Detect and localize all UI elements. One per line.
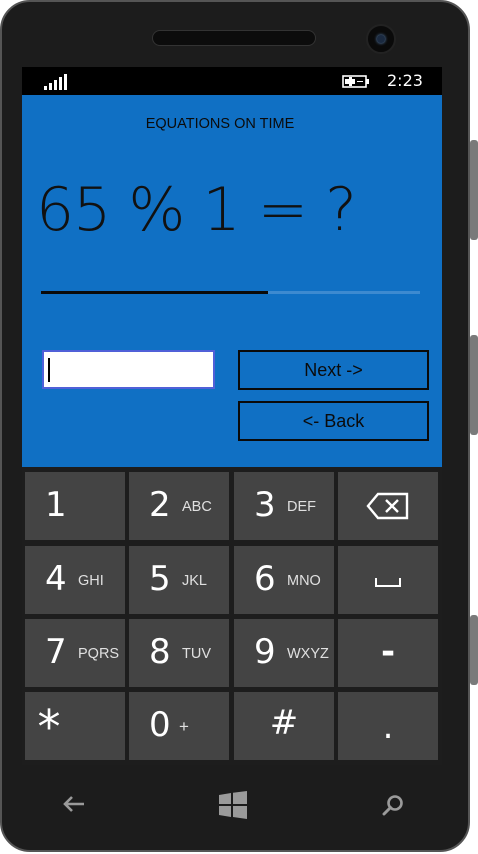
key-label: 1 bbox=[45, 485, 67, 525]
key-1[interactable]: 1 bbox=[25, 472, 125, 540]
key-digit: 4 bbox=[45, 559, 67, 599]
space-icon bbox=[375, 578, 401, 587]
key-letters: + bbox=[179, 717, 189, 736]
key-digit: 5 bbox=[149, 559, 171, 599]
status-time: 2:23 bbox=[387, 71, 423, 90]
key-backspace[interactable] bbox=[338, 472, 438, 540]
key-label: - bbox=[380, 632, 396, 672]
key-hash[interactable]: # bbox=[234, 692, 334, 760]
key-asterisk[interactable]: * bbox=[25, 692, 125, 760]
key-letters: DEF bbox=[287, 499, 316, 515]
key-minus[interactable]: - bbox=[338, 619, 438, 687]
timer-progress-bar bbox=[41, 291, 420, 294]
key-digit: 7 bbox=[45, 632, 67, 672]
key-letters: WXYZ bbox=[287, 646, 329, 662]
battery-charging-icon bbox=[342, 75, 369, 88]
signal-strength-icon bbox=[44, 74, 70, 90]
backspace-icon bbox=[366, 492, 409, 520]
text-caret bbox=[48, 358, 50, 382]
key-8[interactable]: 8 TUV bbox=[129, 619, 229, 687]
key-0[interactable]: 0 + bbox=[129, 692, 229, 760]
power-button bbox=[470, 335, 478, 435]
key-digit: 0 bbox=[149, 705, 171, 745]
screen: 2:23 EQUATIONS ON TIME 65 % 1 = ? Next -… bbox=[22, 67, 442, 765]
answer-input[interactable] bbox=[42, 350, 215, 389]
app-content: EQUATIONS ON TIME 65 % 1 = ? Next -> <- … bbox=[22, 95, 442, 467]
key-period[interactable]: . bbox=[338, 692, 438, 760]
key-label: . bbox=[382, 707, 394, 747]
key-letters: TUV bbox=[182, 646, 211, 662]
key-letters: GHI bbox=[78, 573, 104, 589]
status-bar: 2:23 bbox=[22, 67, 442, 95]
app-title: EQUATIONS ON TIME bbox=[145, 116, 295, 132]
key-digit: 9 bbox=[254, 632, 276, 672]
key-label: * bbox=[37, 700, 61, 754]
key-5[interactable]: 5 JKL bbox=[129, 546, 229, 614]
navigation-bar bbox=[22, 770, 442, 840]
key-letters: MNO bbox=[287, 573, 321, 589]
timer-progress-fill bbox=[41, 291, 269, 294]
key-letters: PQRS bbox=[78, 646, 120, 662]
earpiece-speaker bbox=[152, 30, 316, 46]
key-digit: 2 bbox=[149, 485, 171, 525]
key-6[interactable]: 6 MNO bbox=[234, 546, 334, 614]
volume-button bbox=[470, 140, 478, 240]
next-button[interactable]: Next -> bbox=[238, 350, 429, 390]
key-space[interactable] bbox=[338, 546, 438, 614]
key-3[interactable]: 3 DEF bbox=[234, 472, 334, 540]
key-4[interactable]: 4 GHI bbox=[25, 546, 125, 614]
key-letters: JKL bbox=[182, 573, 207, 589]
search-icon[interactable] bbox=[382, 794, 404, 816]
numeric-keypad: 1 2 ABC 3 DEF 4 GHI 5 JKL 6 MNO 7 PQRS 8 TUV 9 WXYZ - * 0 + #… bbox=[22, 467, 442, 765]
front-camera bbox=[366, 24, 396, 54]
key-digit: 8 bbox=[149, 632, 171, 672]
key-letters: ABC bbox=[182, 499, 212, 515]
key-2[interactable]: 2 ABC bbox=[129, 472, 229, 540]
key-7[interactable]: 7 PQRS bbox=[25, 619, 125, 687]
question-text: 65 % 1 = ? bbox=[36, 175, 357, 245]
camera-button bbox=[470, 615, 478, 685]
windows-icon[interactable] bbox=[219, 791, 247, 819]
key-label: # bbox=[269, 703, 299, 743]
back-arrow-icon[interactable] bbox=[62, 794, 86, 814]
key-9[interactable]: 9 WXYZ bbox=[234, 619, 334, 687]
back-button[interactable]: <- Back bbox=[238, 401, 429, 441]
key-digit: 6 bbox=[254, 559, 276, 599]
key-digit: 3 bbox=[254, 485, 276, 525]
